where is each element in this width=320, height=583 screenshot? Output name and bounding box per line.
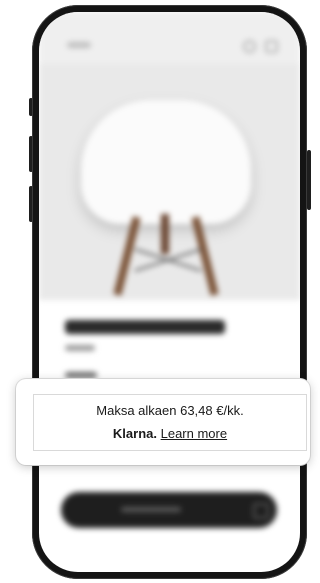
phone-mockup [32, 5, 307, 579]
product-image[interactable] [39, 64, 300, 300]
klarna-logo: Klarna. [112, 426, 157, 441]
phone-screen [39, 12, 300, 572]
chair-leg [113, 216, 141, 296]
cart-icon [253, 503, 269, 519]
learn-more-link[interactable]: Learn more [161, 426, 227, 441]
chair-leg [161, 214, 169, 254]
bag-icon[interactable] [265, 40, 278, 53]
add-to-cart-label [121, 507, 181, 512]
power-button [307, 150, 311, 210]
chair-leg [191, 216, 219, 296]
store-logo [67, 42, 91, 48]
klarna-brand-line: Klarna. Learn more [34, 426, 306, 441]
product-price [65, 372, 97, 378]
product-title [65, 320, 225, 334]
product-subtitle [65, 345, 95, 351]
klarna-message-box: Maksa alkaen 63,48 €/kk. Klarna. Learn m… [33, 394, 307, 451]
klarna-placement-card: Maksa alkaen 63,48 €/kk. Klarna. Learn m… [16, 379, 310, 465]
store-header [39, 12, 300, 64]
search-icon[interactable] [243, 40, 256, 53]
chair-seat [81, 100, 251, 224]
installment-text: Maksa alkaen 63,48 €/kk. [96, 403, 244, 418]
